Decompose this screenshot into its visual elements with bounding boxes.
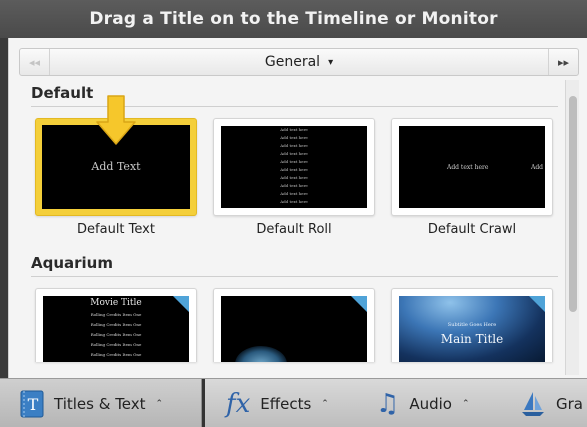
preview-text: Add text here [280,151,308,156]
title-item-default-crawl[interactable]: Add text here Add text here Default Craw… [391,118,553,237]
scrollbar-thumb[interactable] [569,96,577,312]
dock-tab-graphics[interactable]: Gra [520,379,583,427]
sailboat-icon [522,391,544,416]
next-category-button[interactable]: ▸▸ [548,49,578,75]
title-thumbnail-frame: Add text here Add text here Add text her… [213,118,375,216]
titles-panel: ◂◂ General ▾ ▸▸ Default Add Text Default… [8,38,587,378]
svg-text:T: T [28,395,39,414]
preview-title: Movie Title [90,298,142,308]
preview-text: Add text here [280,191,308,196]
chevron-up-icon: ⌃ [321,398,329,409]
dock-tab-label: Audio [409,394,452,413]
preview-text: Add text here [280,127,308,132]
preview-text: Rolling Credits Item One [90,342,142,347]
drag-hint-arrow-icon [96,95,136,145]
title-item-label: Default Crawl [427,222,517,237]
preview-text: Add text here [280,175,308,180]
preview-text: Add text here [280,143,308,148]
dock-tab-label: Gra [556,394,583,413]
ribbon-corner-icon [347,296,367,316]
preview-text: Add text here [280,183,308,188]
double-chevron-left-icon: ◂◂ [28,55,41,69]
preview-text: Rolling Credits Item One [90,352,142,357]
preview-text: Rolling Credits Item One [90,312,142,317]
title-item-aquarium-1[interactable]: Movie Title Rolling Credits Item One Rol… [35,288,197,362]
title-item-aquarium-3[interactable]: Subtitle Goes Here Main Title [391,288,553,362]
title-preview: Add text here Add text here [399,126,545,208]
category-dropdown-label: General [264,54,321,70]
title-preview: Add text here Add text here Add text her… [221,126,367,208]
section-title-aquarium: Aquarium [31,254,113,272]
preview-text: Add text here [280,159,308,164]
title-thumbnail-frame: Movie Title Rolling Credits Item One Rol… [35,288,197,362]
dock-divider [202,379,205,427]
preview-text: Rolling Credits Item One [90,322,142,327]
chevron-down-icon: ▾ [328,56,334,68]
music-note-icon: ♫ [376,388,400,419]
preview-text: Add text here [531,164,545,171]
chevron-up-icon: ⌃ [461,398,470,409]
dock-tab-titles-text[interactable]: T Titles & Text ⌃ [0,379,202,427]
title-preview: Movie Title Rolling Credits Item One Rol… [43,296,189,362]
ribbon-corner-icon [169,296,189,316]
dock-tab-audio[interactable]: ♫ Audio ⌃ [376,379,470,427]
category-selector: ◂◂ General ▾ ▸▸ [19,48,579,76]
preview-text: Add text here [447,164,489,171]
preview-text: Add text here [280,135,308,140]
chevron-up-icon: ⌃ [155,398,164,409]
prev-category-button[interactable]: ◂◂ [20,49,50,75]
title-item-default-roll[interactable]: Add text here Add text here Add text her… [213,118,375,237]
title-item-aquarium-2[interactable] [213,288,375,362]
title-item-label: Default Roll [256,222,332,237]
title-preview [221,296,367,362]
preview-text: Rolling Credits Item One [90,332,142,337]
section-divider [31,276,558,277]
double-chevron-right-icon: ▸▸ [557,55,570,69]
title-thumbnail-frame: Subtitle Goes Here Main Title [391,288,553,362]
preview-text: Add text here [280,167,308,172]
preview-text: Add Text [91,160,141,173]
dock-tab-effects[interactable]: fx Effects ⌃ [226,379,329,427]
section-title-default: Default [31,84,94,102]
dock-tab-label: Effects [260,394,312,413]
fx-icon: fx [226,388,251,419]
title-thumbnail-frame: Add text here Add text here [391,118,553,216]
title-item-label: Default Text [77,222,155,237]
title-thumbnail-frame [213,288,375,362]
bubble-graphic [235,346,287,362]
preview-title: Main Title [440,332,504,346]
preview-text: Add text here [280,199,308,204]
vertical-scrollbar[interactable] [565,80,579,375]
category-dropdown[interactable]: General ▾ [50,49,548,75]
ribbon-corner-icon [525,296,545,316]
dock-tab-label: Titles & Text [54,394,146,413]
panel-title: Drag a Title on to the Timeline or Monit… [89,9,498,29]
panel-title-bar: Drag a Title on to the Timeline or Monit… [0,0,587,38]
preview-subtitle: Subtitle Goes Here [447,322,497,328]
title-preview: Subtitle Goes Here Main Title [399,296,545,362]
bottom-dock: T Titles & Text ⌃ fx Effects ⌃ ♫ Audio ⌃… [0,378,587,427]
titles-text-icon: T [20,390,44,417]
